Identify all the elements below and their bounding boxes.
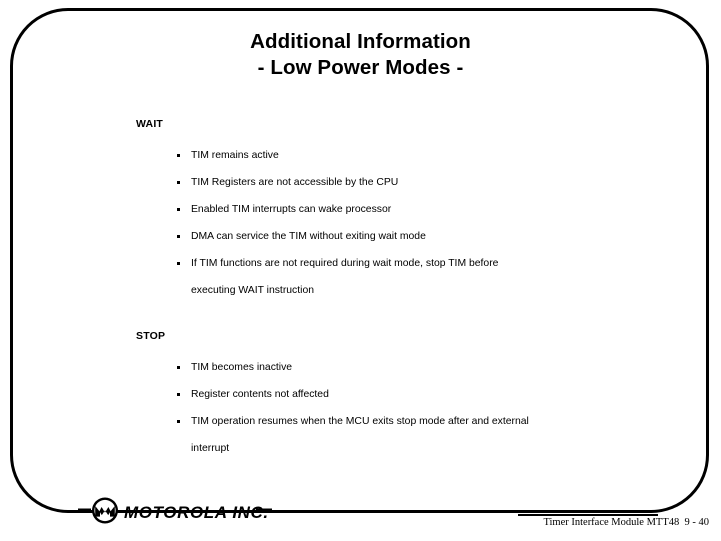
bullet-square-icon (177, 420, 180, 423)
logo-rule-right (256, 508, 272, 513)
list-item: TIM remains active (136, 149, 676, 162)
list-item: Register contents not affected (136, 388, 676, 401)
list-item-text: Enabled TIM interrupts can wake processo… (191, 204, 392, 215)
bullet-square-icon (177, 366, 180, 369)
list-item: TIM becomes inactive (136, 361, 676, 374)
list-item: TIM operation resumes when the MCU exits… (136, 415, 676, 455)
list-item-continuation: executing WAIT instruction (191, 285, 315, 296)
bullet-square-icon (177, 235, 180, 238)
list-item-text: TIM becomes inactive (191, 362, 293, 373)
title-line-primary: Additional Information (250, 30, 471, 53)
bullet-square-icon (177, 393, 180, 396)
list-item-text: TIM Registers are not accessible by the … (191, 177, 399, 188)
logo-rule-left (78, 508, 91, 513)
footer: Timer Interface Module MTT48 9 - 40 (513, 514, 713, 530)
section-stop: STOP TIM becomes inactive Register conte… (136, 330, 676, 455)
bullet-list-wait: TIM remains active TIM Registers are not… (136, 149, 676, 297)
section-heading-wait: WAIT (136, 118, 164, 130)
list-item: DMA can service the TIM without exiting … (136, 230, 676, 243)
bullet-square-icon (177, 208, 180, 211)
bullet-square-icon (177, 262, 180, 265)
section-wait: WAIT TIM remains active TIM Registers ar… (136, 118, 676, 297)
list-item-text: TIM remains active (191, 150, 279, 161)
page-title: Additional Information - Low Power Modes… (0, 29, 721, 81)
footer-text: Timer Interface Module MTT48 9 - 40 (543, 517, 709, 528)
list-item-text: TIM operation resumes when the MCU exits… (191, 416, 529, 427)
slide-content: WAIT TIM remains active TIM Registers ar… (136, 118, 676, 455)
list-item-text: If TIM functions are not required during… (191, 258, 499, 269)
footer-divider (518, 514, 658, 516)
list-item: Enabled TIM interrupts can wake processo… (136, 203, 676, 216)
list-item-text: Register contents not affected (191, 389, 329, 400)
bullet-square-icon (177, 154, 180, 157)
title-line-secondary: - Low Power Modes - (257, 56, 464, 79)
list-item-text: DMA can service the TIM without exiting … (191, 231, 426, 242)
motorola-wordmark: MOTOROLA INC. (124, 503, 269, 522)
list-item: If TIM functions are not required during… (136, 257, 676, 297)
section-heading-stop: STOP (136, 330, 166, 342)
list-item-continuation: interrupt (191, 443, 230, 454)
bullet-square-icon (177, 181, 180, 184)
motorola-logo: MOTOROLA INC. (78, 494, 278, 528)
slide-canvas: Additional Information - Low Power Modes… (0, 0, 721, 541)
bullet-list-stop: TIM becomes inactive Register contents n… (136, 361, 676, 455)
list-item: TIM Registers are not accessible by the … (136, 176, 676, 189)
